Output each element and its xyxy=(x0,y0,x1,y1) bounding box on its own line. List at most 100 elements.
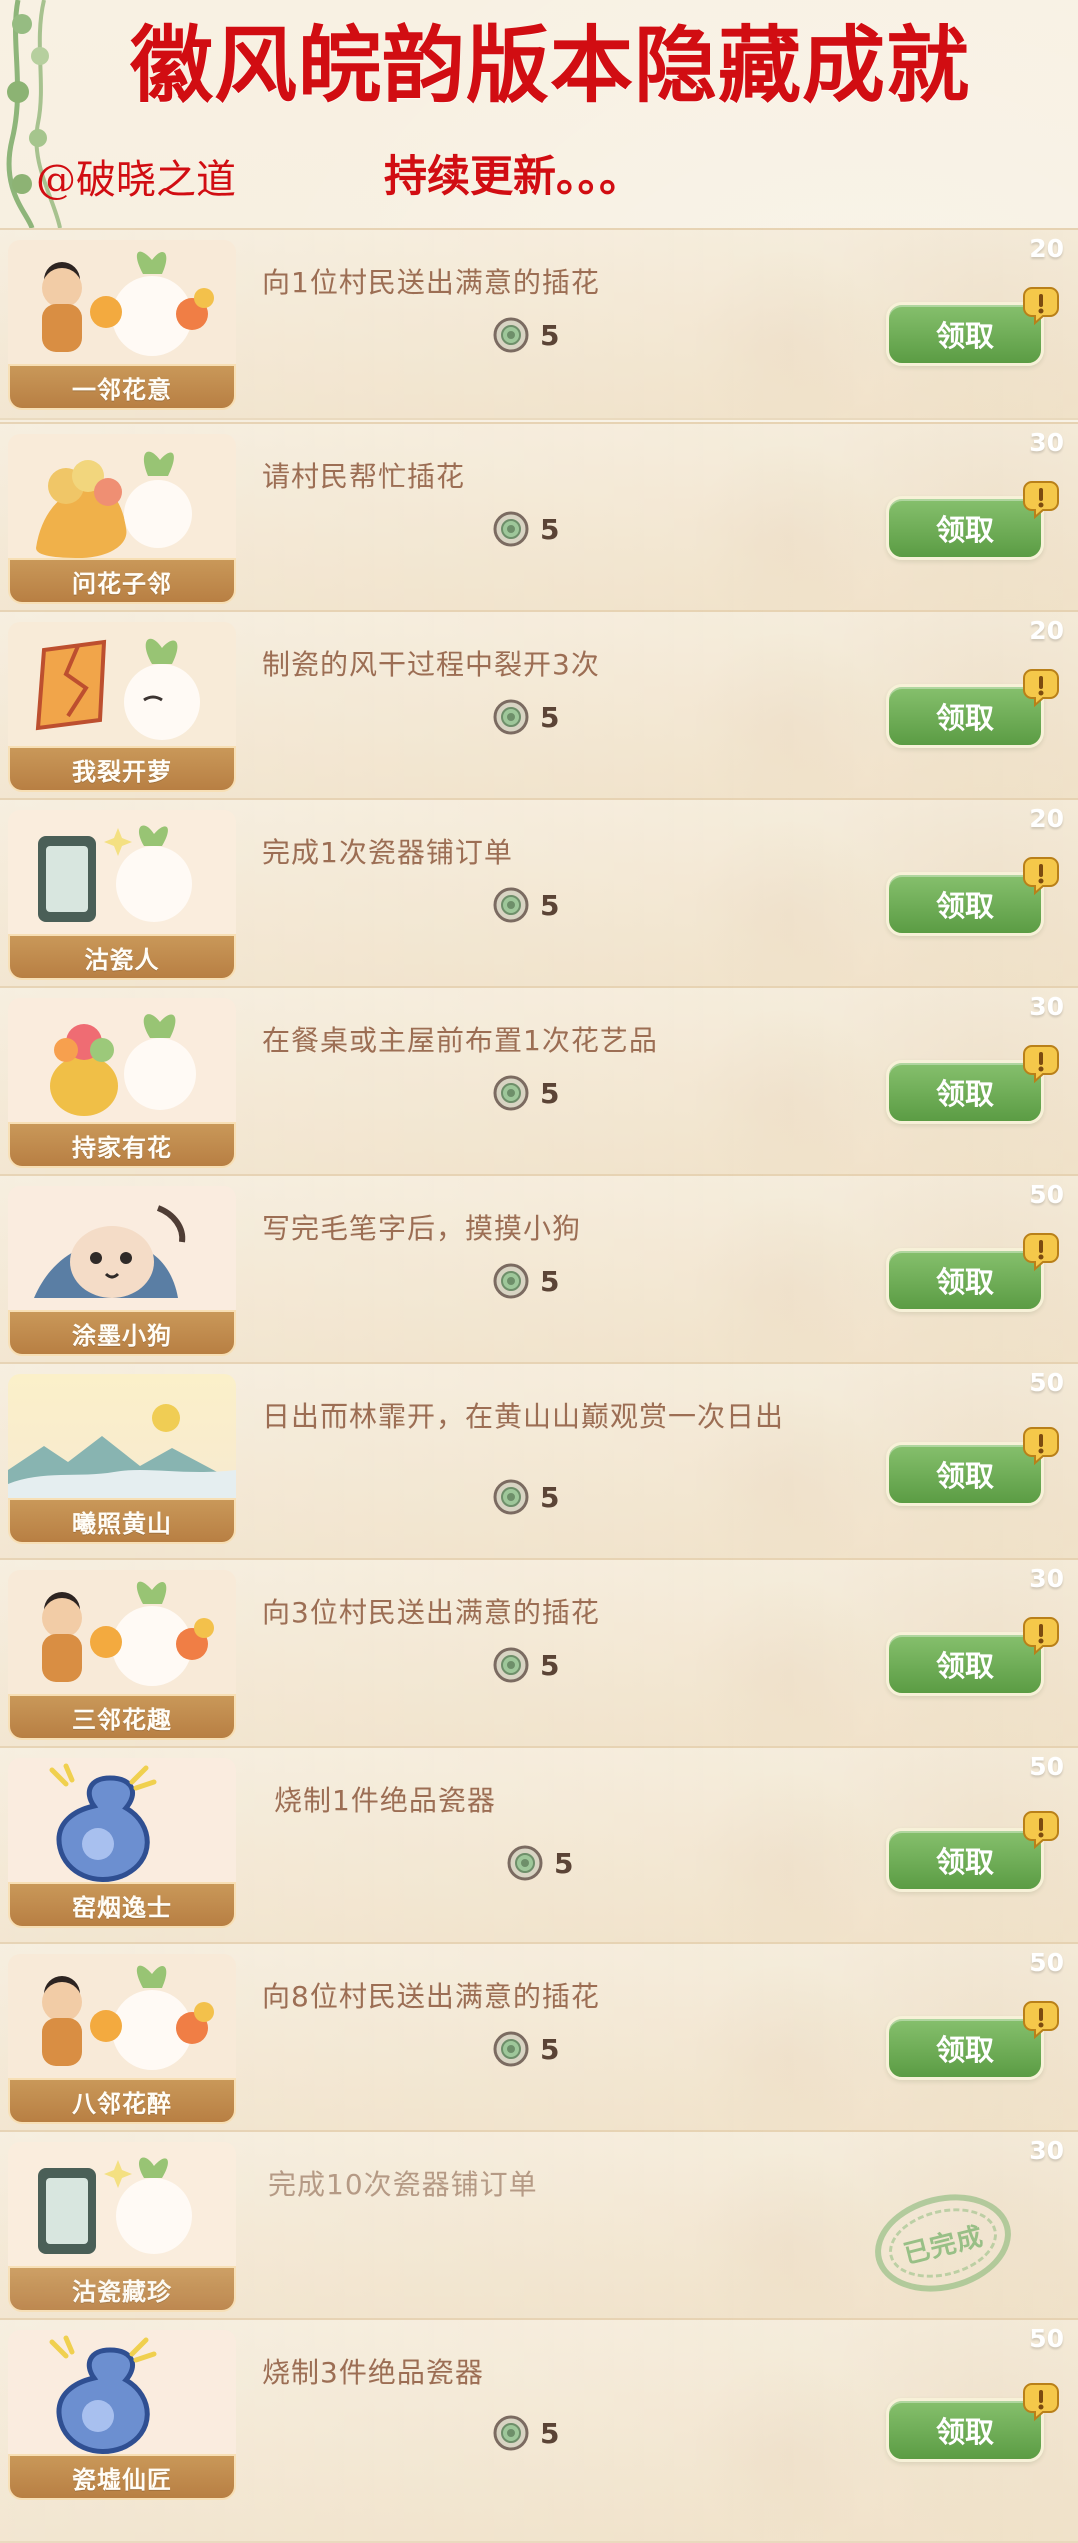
badge-title: 持家有花 xyxy=(8,1122,236,1168)
points-badge: 30 xyxy=(1029,2136,1064,2165)
flower-bouquet-icon xyxy=(8,434,236,568)
achievement-row: 50 八邻花醉 向8位村民送出满意的插花 5 领取 xyxy=(0,1942,1078,2134)
alert-bubble-icon xyxy=(1020,1998,1062,2040)
achievement-badge: 持家有花 xyxy=(8,998,236,1168)
task-description: 烧制1件绝品瓷器 xyxy=(274,1784,496,1817)
points-badge: 50 xyxy=(1029,1180,1064,1209)
coin-icon xyxy=(492,886,530,924)
task-description: 完成1次瓷器铺订单 xyxy=(262,836,513,869)
reward-group: 5 xyxy=(492,508,572,550)
points-badge: 20 xyxy=(1029,616,1064,645)
coin-icon xyxy=(492,2414,530,2452)
reward-value: 5 xyxy=(540,1076,560,1110)
task-description: 在餐桌或主屋前布置1次花艺品 xyxy=(262,1024,658,1057)
badge-title: 问花子邻 xyxy=(8,558,236,604)
reward-value: 5 xyxy=(540,1648,560,1682)
achievement-badge: 一邻花意 xyxy=(8,240,236,410)
task-description: 日出而林霏开，在黄山山巅观赏一次日出 xyxy=(262,1400,785,1433)
achievement-row: 20 我裂开萝 制瓷的风干过程中裂开3次 5 领取 xyxy=(0,610,1078,802)
reward-value: 5 xyxy=(540,512,560,546)
points-badge: 50 xyxy=(1029,1948,1064,1977)
reward-group: 5 xyxy=(506,1842,586,1884)
page-title: 徽风皖韵版本隐藏成就 xyxy=(130,16,970,114)
achievement-badge: 瓷墟仙匠 xyxy=(8,2330,236,2500)
porcelain-vase-icon xyxy=(8,1758,236,1892)
achievement-badge: 八邻花醉 xyxy=(8,1954,236,2124)
achievement-row: 30 三邻花趣 向3位村民送出满意的插花 5 领取 xyxy=(0,1558,1078,1750)
coin-icon xyxy=(492,2030,530,2068)
achievement-badge: 我裂开萝 xyxy=(8,622,236,792)
points-badge: 50 xyxy=(1029,1752,1064,1781)
dog-ink-icon xyxy=(8,1186,236,1320)
order-book-icon xyxy=(8,2142,236,2276)
reward-group: 5 xyxy=(492,1476,572,1518)
cracked-porcelain-icon xyxy=(8,622,236,756)
badge-title: 一邻花意 xyxy=(8,364,236,410)
reward-value: 5 xyxy=(540,1480,560,1514)
coin-icon xyxy=(492,1262,530,1300)
points-badge: 30 xyxy=(1029,428,1064,457)
villager-flower-icon xyxy=(8,1570,236,1704)
points-badge: 30 xyxy=(1029,992,1064,1021)
reward-group: 5 xyxy=(492,696,572,738)
badge-title: 涂墨小狗 xyxy=(8,1310,236,1356)
reward-group: 5 xyxy=(492,884,572,926)
reward-value: 5 xyxy=(540,2032,560,2066)
reward-group: 5 xyxy=(492,1260,572,1302)
achievement-row: 20 一邻花意 向1位村民送出满意的插花 5 领取 xyxy=(0,228,1078,420)
reward-group: 5 xyxy=(492,2412,572,2454)
alert-bubble-icon xyxy=(1020,1042,1062,1084)
alert-bubble-icon xyxy=(1020,1808,1062,1850)
achievement-row: 50 瓷墟仙匠 烧制3件绝品瓷器 5 领取 xyxy=(0,2318,1078,2543)
porcelain-vase-icon xyxy=(8,2330,236,2464)
achievement-badge: 沽瓷人 xyxy=(8,810,236,980)
achievement-row: 20 沽瓷人 完成1次瓷器铺订单 5 领取 xyxy=(0,798,1078,990)
villager-flower-icon xyxy=(8,1954,236,2088)
badge-title: 沽瓷人 xyxy=(8,934,236,980)
reward-group: 5 xyxy=(492,314,572,356)
achievement-row: 50 窑烟逸士 烧制1件绝品瓷器 5 领取 xyxy=(0,1746,1078,1946)
coin-icon xyxy=(506,1844,544,1882)
achievement-badge: 曦照黄山 xyxy=(8,1374,236,1544)
badge-title: 曦照黄山 xyxy=(8,1498,236,1544)
reward-value: 5 xyxy=(554,1846,574,1880)
alert-bubble-icon xyxy=(1020,854,1062,896)
coin-icon xyxy=(492,316,530,354)
completed-stamp-icon: 已完成 xyxy=(864,2180,1022,2306)
alert-bubble-icon xyxy=(1020,1424,1062,1466)
order-book-icon xyxy=(8,810,236,944)
update-note: 持续更新。。。 xyxy=(384,152,642,202)
reward-value: 5 xyxy=(540,888,560,922)
badge-title: 瓷墟仙匠 xyxy=(8,2454,236,2500)
achievement-row: 50 曦照黄山 日出而林霏开，在黄山山巅观赏一次日出 5 领取 xyxy=(0,1362,1078,1562)
achievement-row: 50 涂墨小狗 写完毛笔字后，摸摸小狗 5 领取 xyxy=(0,1174,1078,1366)
sunrise-mountain-icon xyxy=(8,1374,236,1508)
task-description: 向1位村民送出满意的插花 xyxy=(262,266,600,299)
coin-icon xyxy=(492,1478,530,1516)
alert-bubble-icon xyxy=(1020,1230,1062,1272)
author-handle: @破晓之道 xyxy=(36,157,236,203)
achievement-row-completed: 30 沽瓷藏珍 完成10次瓷器铺订单 已完成 xyxy=(0,2130,1078,2322)
reward-group: 5 xyxy=(492,1644,572,1686)
reward-value: 5 xyxy=(540,2416,560,2450)
task-description: 烧制3件绝品瓷器 xyxy=(262,2356,484,2389)
task-description: 向3位村民送出满意的插花 xyxy=(262,1596,600,1629)
alert-bubble-icon xyxy=(1020,284,1062,326)
achievement-badge: 涂墨小狗 xyxy=(8,1186,236,1356)
badge-title: 沽瓷藏珍 xyxy=(8,2266,236,2312)
coin-icon xyxy=(492,698,530,736)
badge-title: 三邻花趣 xyxy=(8,1694,236,1740)
reward-value: 5 xyxy=(540,318,560,352)
task-description: 完成10次瓷器铺订单 xyxy=(268,2168,538,2201)
achievement-page: 徽风皖韵版本隐藏成就 @破晓之道 持续更新。。。 20 一邻花意 向1位村民送出… xyxy=(0,0,1078,2543)
points-badge: 50 xyxy=(1029,1368,1064,1397)
reward-value: 5 xyxy=(540,1264,560,1298)
points-badge: 20 xyxy=(1029,804,1064,833)
points-badge: 20 xyxy=(1029,234,1064,263)
alert-bubble-icon xyxy=(1020,1614,1062,1656)
alert-bubble-icon xyxy=(1020,478,1062,520)
badge-title: 我裂开萝 xyxy=(8,746,236,792)
achievement-badge: 窑烟逸士 xyxy=(8,1758,236,1928)
coin-icon xyxy=(492,510,530,548)
alert-bubble-icon xyxy=(1020,2380,1062,2422)
